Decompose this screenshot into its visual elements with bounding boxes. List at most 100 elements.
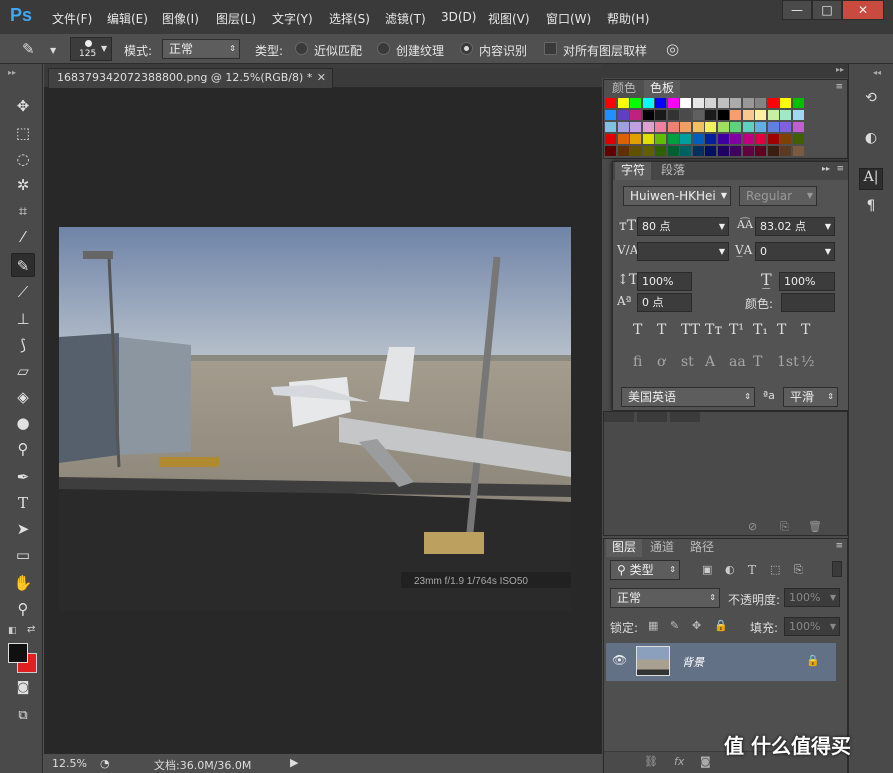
color-swatch[interactable]: [680, 122, 691, 132]
style-swatch[interactable]: [604, 412, 634, 422]
color-swatch[interactable]: [717, 98, 729, 108]
color-swatch[interactable]: [767, 122, 779, 132]
new-style-icon[interactable]: ⎘: [780, 520, 789, 534]
lasso-tool-icon[interactable]: ◌: [11, 147, 35, 171]
color-swatch[interactable]: [742, 98, 754, 108]
add-mask-icon[interactable]: ◙: [700, 755, 711, 768]
tab-character[interactable]: 字符: [615, 162, 652, 180]
color-swatch[interactable]: [792, 134, 804, 144]
color-swatch[interactable]: [605, 146, 616, 156]
menu-item[interactable]: 帮助(H): [607, 10, 649, 27]
antialias-select[interactable]: 平滑 ⇕: [783, 387, 838, 407]
color-swatch[interactable]: [717, 122, 729, 132]
color-swatch[interactable]: [792, 110, 804, 120]
color-swatch[interactable]: [780, 134, 791, 144]
color-swatch[interactable]: [767, 98, 779, 108]
color-swatch[interactable]: [667, 110, 679, 120]
color-swatch[interactable]: [642, 122, 654, 132]
color-swatch[interactable]: [680, 146, 691, 156]
language-select[interactable]: 美国英语 ⇕: [621, 387, 755, 407]
paint-bucket-tool-icon[interactable]: ◈: [11, 385, 35, 409]
history-brush-tool-icon[interactable]: ⟆: [11, 333, 35, 357]
color-swatch[interactable]: [767, 110, 779, 120]
color-swatch[interactable]: [667, 122, 679, 132]
color-swatch[interactable]: [742, 122, 754, 132]
layer-name[interactable]: 背景: [682, 654, 704, 670]
zoom-tool-icon[interactable]: ⚲: [11, 597, 35, 621]
lock-transparent-icon[interactable]: ▦: [648, 619, 658, 632]
color-swatch[interactable]: [767, 134, 779, 144]
layer-filter-select[interactable]: ⚲ 类型 ⇕: [610, 560, 680, 580]
color-swatch[interactable]: [642, 146, 654, 156]
style-button[interactable]: T: [777, 322, 786, 338]
foreground-color-swatch[interactable]: [8, 643, 28, 663]
panel-menu-icon[interactable]: ≡: [835, 541, 843, 551]
style-swatch[interactable]: [637, 412, 667, 422]
color-swatch[interactable]: [617, 110, 629, 120]
opentype-button[interactable]: st: [681, 354, 694, 370]
visibility-eye-icon[interactable]: 👁: [612, 653, 627, 667]
close-tab-icon[interactable]: ✕: [317, 69, 326, 87]
color-swatch[interactable]: [655, 98, 666, 108]
color-swatch[interactable]: [692, 110, 704, 120]
color-swatch[interactable]: [705, 146, 716, 156]
text-color-swatch[interactable]: [781, 293, 835, 312]
fx-icon[interactable]: fx: [674, 755, 684, 768]
color-swatch[interactable]: [755, 110, 766, 120]
color-swatch[interactable]: [605, 122, 616, 132]
sample-all-layers-checkbox[interactable]: [544, 42, 557, 55]
link-layers-icon[interactable]: ⛓: [644, 755, 658, 768]
menu-item[interactable]: 图像(I): [162, 10, 199, 27]
color-swatch[interactable]: [667, 98, 679, 108]
status-menu-arrow-icon[interactable]: ▶: [290, 756, 298, 769]
color-swatch[interactable]: [630, 98, 641, 108]
color-swatch[interactable]: [630, 122, 641, 132]
dodge-tool-icon[interactable]: ⚲: [11, 437, 35, 461]
color-swatch[interactable]: [755, 122, 766, 132]
color-swatch[interactable]: [792, 122, 804, 132]
character-panel-icon[interactable]: A|: [859, 168, 883, 190]
color-swatch[interactable]: [742, 146, 754, 156]
swap-colors-icon[interactable]: ⇄: [27, 624, 35, 635]
history-panel-icon[interactable]: ⟲: [859, 90, 883, 112]
color-swatch[interactable]: [717, 134, 729, 144]
color-swatch[interactable]: [655, 122, 666, 132]
opentype-button[interactable]: A: [705, 354, 715, 370]
color-swatch[interactable]: [705, 110, 716, 120]
color-swatch[interactable]: [742, 110, 754, 120]
tab-layers[interactable]: 图层: [606, 539, 643, 557]
color-swatch[interactable]: [605, 98, 616, 108]
tab-swatches[interactable]: 色板: [644, 80, 681, 98]
menu-item[interactable]: 滤镜(T): [385, 10, 426, 27]
tab-color[interactable]: 颜色: [606, 80, 642, 98]
close-button[interactable]: ✕: [842, 0, 884, 20]
color-swatch[interactable]: [730, 110, 741, 120]
baseline-shift-field[interactable]: 0 点: [637, 293, 692, 312]
brush-tool-icon[interactable]: ⟋: [11, 280, 35, 304]
trash-icon[interactable]: 🗑: [808, 520, 822, 533]
opentype-button[interactable]: ½: [801, 354, 815, 370]
style-button[interactable]: T: [801, 322, 810, 338]
color-swatch[interactable]: [705, 98, 716, 108]
color-swatch[interactable]: [780, 110, 791, 120]
collapse-dock-icon[interactable]: ▸▸: [836, 65, 844, 74]
healing-brush-tool-icon[interactable]: ✎: [11, 253, 35, 277]
font-size-field[interactable]: 80 点 ▼: [637, 217, 729, 236]
menu-item[interactable]: 窗口(W): [546, 10, 591, 27]
content-aware-radio[interactable]: [460, 42, 473, 55]
style-button[interactable]: T₁: [753, 322, 768, 338]
magic-wand-tool-icon[interactable]: ✲: [11, 173, 35, 197]
color-swatch[interactable]: [642, 98, 654, 108]
color-swatch[interactable]: [730, 134, 741, 144]
color-swatch[interactable]: [792, 146, 804, 156]
tab-channels[interactable]: 通道: [644, 539, 680, 557]
color-swatch[interactable]: [655, 134, 666, 144]
vertical-scale-field[interactable]: 100%: [637, 272, 692, 291]
tab-paragraph[interactable]: 段落: [655, 162, 691, 180]
leading-field[interactable]: 83.02 点 ▼: [755, 217, 835, 236]
color-swatch[interactable]: [730, 98, 741, 108]
screen-mode-icon[interactable]: ⧉: [11, 704, 35, 728]
color-swatch[interactable]: [717, 146, 729, 156]
color-swatch[interactable]: [617, 98, 629, 108]
color-swatch[interactable]: [692, 98, 704, 108]
